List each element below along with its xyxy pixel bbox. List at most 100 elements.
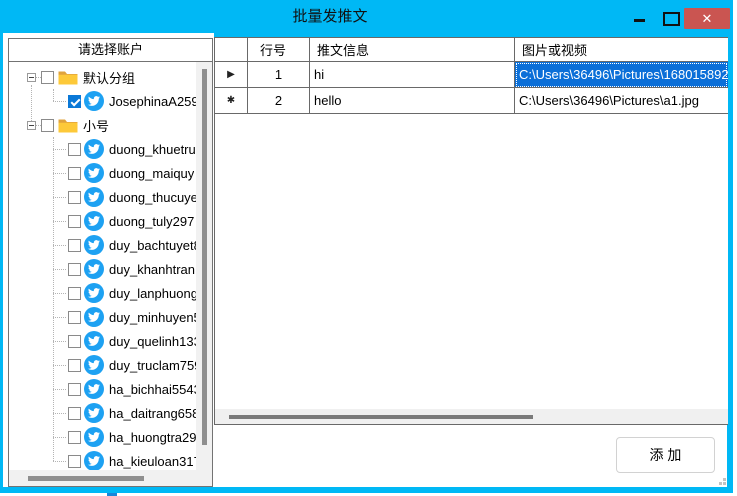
checkbox-unchecked[interactable]	[68, 311, 81, 324]
collapse-icon[interactable]	[27, 121, 36, 130]
account-tree: 默认分组 JosephinaA259小号duong_khuetru duong_ma…	[9, 65, 196, 473]
tree-account-item[interactable]: duy_quelinh133	[9, 329, 196, 353]
checkbox-unchecked[interactable]	[41, 71, 54, 84]
column-header-tweet[interactable]: 推文信息	[310, 38, 515, 62]
twitter-icon	[84, 427, 104, 447]
tweet-text-cell[interactable]: hello	[310, 88, 515, 114]
tree-horizontal-scrollbar[interactable]	[9, 470, 212, 486]
close-button[interactable]: ✕	[684, 8, 730, 29]
row-marker-glyph: ▶	[227, 69, 235, 80]
checkbox-unchecked[interactable]	[68, 215, 81, 228]
checkbox-unchecked[interactable]	[68, 335, 81, 348]
tree-item-label: duy_minhuyen5	[109, 310, 196, 325]
checkbox-unchecked[interactable]	[68, 359, 81, 372]
resize-grip[interactable]	[719, 482, 722, 485]
row-number-cell[interactable]: 1	[248, 62, 310, 88]
checkbox-checked[interactable]	[68, 95, 81, 108]
account-panel-header: 请选择账户	[8, 38, 213, 62]
checkbox-unchecked[interactable]	[68, 239, 81, 252]
tree-account-item[interactable]: duong_khuetru	[9, 137, 196, 161]
checkbox-unchecked[interactable]	[68, 407, 81, 420]
tree-account-item[interactable]: ha_daitrang658	[9, 401, 196, 425]
window-title: 批量发推文	[0, 0, 660, 33]
collapse-icon[interactable]	[27, 73, 36, 82]
checkbox-unchecked[interactable]	[68, 287, 81, 300]
maximize-button[interactable]	[658, 0, 682, 33]
checkbox-unchecked[interactable]	[68, 455, 81, 468]
tree-vertical-scrollbar[interactable]	[196, 62, 212, 470]
minimize-button[interactable]	[628, 0, 652, 33]
media-path-cell[interactable]: C:\Users\36496\Pictures\a1.jpg	[515, 88, 728, 114]
tree-account-item[interactable]: duong_thucuye	[9, 185, 196, 209]
tree-account-item[interactable]: ha_huongtra29	[9, 425, 196, 449]
checkbox-unchecked[interactable]	[41, 119, 54, 132]
tree-account-item[interactable]: duong_tuly297	[9, 209, 196, 233]
tree-item-label: ha_kieuloan317	[109, 454, 196, 469]
tree-item-label: duy_quelinh133	[109, 334, 196, 349]
tree-item-label: duong_tuly297	[109, 214, 194, 229]
twitter-icon	[84, 211, 104, 231]
tree-item-label: duy_khanhtran	[109, 262, 195, 277]
tree-item-label: duong_khuetru	[109, 142, 196, 157]
tree-item-label: 小号	[83, 116, 109, 135]
twitter-icon	[84, 163, 104, 183]
twitter-icon	[84, 91, 104, 111]
data-grid-rows: ▶ 1hiC:\Users\36496\Pictures\1680158928 ✱ 2…	[215, 62, 728, 114]
tree-account-item[interactable]: duy_khanhtran	[9, 257, 196, 281]
tree-account-item[interactable]: duong_maiquy	[9, 161, 196, 185]
table-row[interactable]: ✱ 2helloC:\Users\36496\Pictures\a1.jpg	[215, 88, 728, 114]
media-path-cell[interactable]: C:\Users\36496\Pictures\1680158928	[515, 62, 728, 88]
checkbox-unchecked[interactable]	[68, 383, 81, 396]
folder-icon	[58, 118, 78, 133]
tweet-grid: 行号 推文信息 图片或视频 ▶ 1hiC:\Users\36496\Picture…	[214, 37, 728, 425]
scrollbar-thumb[interactable]	[28, 476, 144, 481]
twitter-icon	[84, 451, 104, 471]
row-number-cell[interactable]: 2	[248, 88, 310, 114]
tree-group-item[interactable]: 默认分组	[9, 65, 196, 89]
window-border-left	[0, 33, 3, 493]
scrollbar-thumb[interactable]	[229, 415, 533, 419]
minimize-icon	[634, 19, 645, 22]
tweet-text-cell[interactable]: hi	[310, 62, 515, 88]
tree-item-label: ha_bichhai5543	[109, 382, 196, 397]
tree-account-item[interactable]: duy_minhuyen5	[9, 305, 196, 329]
twitter-icon	[84, 259, 104, 279]
twitter-icon	[84, 403, 104, 423]
grid-horizontal-scrollbar[interactable]	[215, 409, 728, 424]
tree-item-label: JosephinaA259	[109, 94, 196, 109]
row-marker-glyph: ✱	[227, 95, 235, 106]
current-row-marker[interactable]: ▶	[215, 62, 248, 88]
twitter-icon	[84, 307, 104, 327]
checkbox-unchecked[interactable]	[68, 263, 81, 276]
tree-item-label: duy_bachtuyet8	[109, 238, 196, 253]
twitter-icon	[84, 331, 104, 351]
checkbox-unchecked[interactable]	[68, 191, 81, 204]
resize-grip	[723, 482, 726, 485]
checkbox-unchecked[interactable]	[68, 143, 81, 156]
twitter-icon	[84, 139, 104, 159]
table-row[interactable]: ▶ 1hiC:\Users\36496\Pictures\1680158928	[215, 62, 728, 88]
tree-item-label: ha_huongtra29	[109, 430, 196, 445]
twitter-icon	[84, 355, 104, 375]
column-header-media[interactable]: 图片或视频	[515, 38, 728, 62]
folder-icon	[58, 70, 78, 85]
tree-account-item[interactable]: duy_lanphuong	[9, 281, 196, 305]
twitter-icon	[84, 283, 104, 303]
tree-account-item[interactable]: ha_bichhai5543	[9, 377, 196, 401]
column-header-row-number[interactable]: 行号	[248, 38, 310, 62]
maximize-icon	[663, 12, 680, 26]
tree-account-item[interactable]: JosephinaA259	[9, 89, 196, 113]
tree-account-item[interactable]: duy_truclam759	[9, 353, 196, 377]
checkbox-unchecked[interactable]	[68, 167, 81, 180]
batch-tweet-window: 批量发推文 ✕ 请选择账户 默认分组 JosephinaA259小号duong_k…	[0, 0, 737, 496]
scrollbar-thumb[interactable]	[202, 69, 207, 445]
checkbox-unchecked[interactable]	[68, 431, 81, 444]
new-row-marker[interactable]: ✱	[215, 88, 248, 114]
resize-grip	[723, 478, 726, 481]
tree-account-item[interactable]: duy_bachtuyet8	[9, 233, 196, 257]
tree-item-label: duong_thucuye	[109, 190, 196, 205]
tree-group-item[interactable]: 小号	[9, 113, 196, 137]
add-button[interactable]: 添 加	[616, 437, 715, 473]
tree-item-label: duy_lanphuong	[109, 286, 196, 301]
tree-item-label: 默认分组	[83, 68, 135, 87]
